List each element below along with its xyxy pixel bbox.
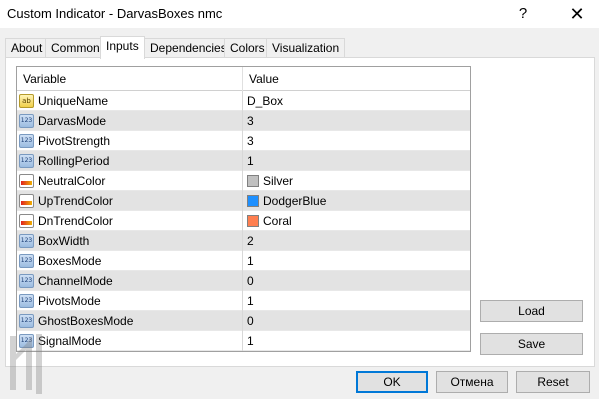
input-name: GhostBoxesMode <box>38 314 134 328</box>
cell-divider <box>242 111 243 131</box>
cell-divider <box>242 151 243 171</box>
cell-divider <box>242 331 243 351</box>
ok-button[interactable]: OK <box>356 371 428 393</box>
inputs-grid[interactable]: Variable Value ab UniqueName D_Box 123 Darva… <box>16 66 471 352</box>
input-name: NeutralColor <box>38 174 106 188</box>
integer-icon: 123 <box>19 314 34 328</box>
input-value[interactable]: 3 <box>247 114 254 128</box>
input-value[interactable]: 0 <box>247 274 254 288</box>
integer-icon: 123 <box>19 254 34 268</box>
input-row-rollingperiod[interactable]: 123 RollingPeriod 1 <box>17 151 470 171</box>
watermark-logo-icon <box>10 334 42 394</box>
cell-divider <box>242 211 243 231</box>
column-header-variable[interactable]: Variable <box>23 72 66 86</box>
input-row-uniquename[interactable]: ab UniqueName D_Box <box>17 91 470 111</box>
integer-icon: 123 <box>19 154 34 168</box>
input-name: UniqueName <box>38 94 109 108</box>
grid-header: Variable Value <box>17 67 470 91</box>
input-value[interactable]: DodgerBlue <box>263 194 326 208</box>
input-name: BoxesMode <box>38 254 102 268</box>
input-value[interactable]: 1 <box>247 334 254 348</box>
tab-common[interactable]: Common <box>45 38 106 58</box>
load-button[interactable]: Load <box>480 300 583 322</box>
close-button[interactable]: ✕ <box>557 2 597 26</box>
input-name: DarvasMode <box>38 114 107 128</box>
color-swatch[interactable] <box>247 175 259 187</box>
input-row-signalmode[interactable]: 123 SignalMode 1 <box>17 331 470 351</box>
input-name: SignalMode <box>38 334 102 348</box>
input-value[interactable]: 1 <box>247 294 254 308</box>
input-value[interactable]: 3 <box>247 134 254 148</box>
input-value[interactable]: 0 <box>247 314 254 328</box>
window-title: Custom Indicator - DarvasBoxes nmc <box>7 6 223 21</box>
tab-bar: About Common Inputs Dependencies Colors … <box>5 36 595 59</box>
input-row-boxwidth[interactable]: 123 BoxWidth 2 <box>17 231 470 251</box>
input-row-pivotstrength[interactable]: 123 PivotStrength 3 <box>17 131 470 151</box>
cancel-button[interactable]: Отмена <box>436 371 508 393</box>
integer-icon: 123 <box>19 294 34 308</box>
tab-inputs[interactable]: Inputs <box>100 36 145 59</box>
color-icon <box>19 174 34 188</box>
color-swatch[interactable] <box>247 215 259 227</box>
input-row-ghostboxesmode[interactable]: 123 GhostBoxesMode 0 <box>17 311 470 331</box>
input-name: DnTrendColor <box>38 214 113 228</box>
cell-divider <box>242 291 243 311</box>
input-name: PivotsMode <box>38 294 101 308</box>
color-icon <box>19 194 34 208</box>
cell-divider <box>242 191 243 211</box>
input-value[interactable]: D_Box <box>247 94 283 108</box>
title-bar: Custom Indicator - DarvasBoxes nmc ? ✕ <box>0 0 599 28</box>
color-swatch[interactable] <box>247 195 259 207</box>
column-header-value[interactable]: Value <box>249 72 279 86</box>
save-button[interactable]: Save <box>480 333 583 355</box>
input-row-boxesmode[interactable]: 123 BoxesMode 1 <box>17 251 470 271</box>
input-row-darvasmode[interactable]: 123 DarvasMode 3 <box>17 111 470 131</box>
cell-divider <box>242 231 243 251</box>
cell-divider <box>242 131 243 151</box>
tab-about[interactable]: About <box>5 38 49 58</box>
input-name: UpTrendColor <box>38 194 113 208</box>
color-icon <box>19 214 34 228</box>
column-divider[interactable] <box>242 67 243 91</box>
input-row-pivotsmode[interactable]: 123 PivotsMode 1 <box>17 291 470 311</box>
integer-icon: 123 <box>19 134 34 148</box>
input-value[interactable]: 2 <box>247 234 254 248</box>
reset-button[interactable]: Reset <box>516 371 590 393</box>
input-value[interactable]: 1 <box>247 254 254 268</box>
cell-divider <box>242 271 243 291</box>
input-value[interactable]: 1 <box>247 154 254 168</box>
input-row-dntrendcolor[interactable]: DnTrendColor Coral <box>17 211 470 231</box>
cell-divider <box>242 251 243 271</box>
input-name: BoxWidth <box>38 234 90 248</box>
input-value[interactable]: Silver <box>263 174 293 188</box>
input-name: ChannelMode <box>38 274 113 288</box>
input-value[interactable]: Coral <box>263 214 292 228</box>
input-name: PivotStrength <box>38 134 111 148</box>
input-name: RollingPeriod <box>38 154 110 168</box>
tab-dependencies[interactable]: Dependencies <box>144 38 233 58</box>
integer-icon: 123 <box>19 274 34 288</box>
input-row-uptrendcolor[interactable]: UpTrendColor DodgerBlue <box>17 191 470 211</box>
input-row-channelmode[interactable]: 123 ChannelMode 0 <box>17 271 470 291</box>
integer-icon: 123 <box>19 114 34 128</box>
help-button[interactable]: ? <box>503 2 543 26</box>
input-row-neutralcolor[interactable]: NeutralColor Silver <box>17 171 470 191</box>
cell-divider <box>242 171 243 191</box>
string-icon: ab <box>19 94 34 108</box>
cell-divider <box>242 91 243 111</box>
tab-visualization[interactable]: Visualization <box>266 38 346 58</box>
cell-divider <box>242 311 243 331</box>
tab-colors[interactable]: Colors <box>224 38 271 58</box>
integer-icon: 123 <box>19 234 34 248</box>
